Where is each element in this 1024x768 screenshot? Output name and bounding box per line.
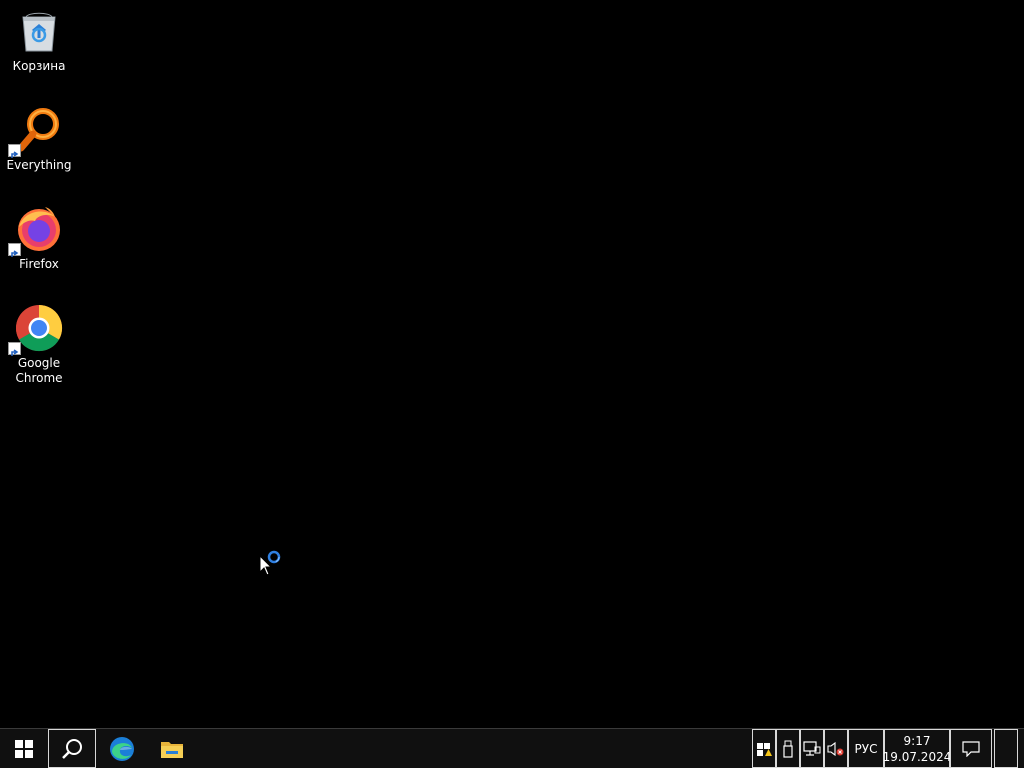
everything-search-icon <box>8 105 64 158</box>
usb-device-icon <box>783 740 793 758</box>
clock-date: 19.07.2024 <box>882 749 952 764</box>
chrome-icon <box>8 303 64 356</box>
desktop-icon-firefox[interactable]: Firefox <box>4 204 74 272</box>
file-explorer-icon <box>161 741 183 758</box>
windows-logo-icon <box>15 739 33 758</box>
action-center-icon <box>962 740 980 757</box>
show-desktop-button[interactable] <box>994 729 1018 768</box>
clock[interactable]: 9:17 19.07.2024 <box>882 729 952 768</box>
network-icon <box>803 740 821 756</box>
desktop-icon-label: Корзина <box>12 59 66 73</box>
desktop-icon-label: Firefox <box>19 257 59 271</box>
start-button[interactable] <box>0 729 48 768</box>
desktop[interactable]: Корзина Everything Firefox Google Chrome <box>0 0 1024 728</box>
clock-time: 9:17 <box>903 733 931 748</box>
tray-volume-icon-button[interactable] <box>824 729 848 768</box>
desktop-icon-label: Everything <box>6 158 72 172</box>
desktop-icon-everything[interactable]: Everything <box>4 105 74 173</box>
taskbar-file-explorer-button[interactable] <box>148 729 196 768</box>
taskbar: РУС 9:17 19.07.2024 <box>0 728 1024 768</box>
search-button[interactable] <box>48 729 96 768</box>
tray-usb-icon-button[interactable] <box>776 729 800 768</box>
firefox-icon <box>8 204 64 257</box>
edge-icon <box>110 736 134 761</box>
desktop-icon-label: Google Chrome <box>15 356 63 385</box>
recycle-bin-icon <box>14 6 64 56</box>
search-icon <box>62 738 82 759</box>
shortcut-arrow-icon <box>8 342 21 356</box>
volume-muted-icon <box>827 741 844 756</box>
shortcut-arrow-icon <box>8 243 21 257</box>
busy-pointer-icon <box>258 550 284 582</box>
desktop-icon-recycle-bin[interactable]: Корзина <box>4 6 74 74</box>
security-warning-icon <box>757 742 772 756</box>
shortcut-arrow-icon <box>8 144 21 158</box>
language-indicator[interactable]: РУС <box>848 729 884 768</box>
action-center-button[interactable] <box>950 729 992 768</box>
tray-network-icon-button[interactable] <box>800 729 824 768</box>
tray-security-icon-button[interactable] <box>752 729 776 768</box>
desktop-icon-google-chrome[interactable]: Google Chrome <box>4 303 74 386</box>
taskbar-edge-button[interactable] <box>98 729 146 768</box>
